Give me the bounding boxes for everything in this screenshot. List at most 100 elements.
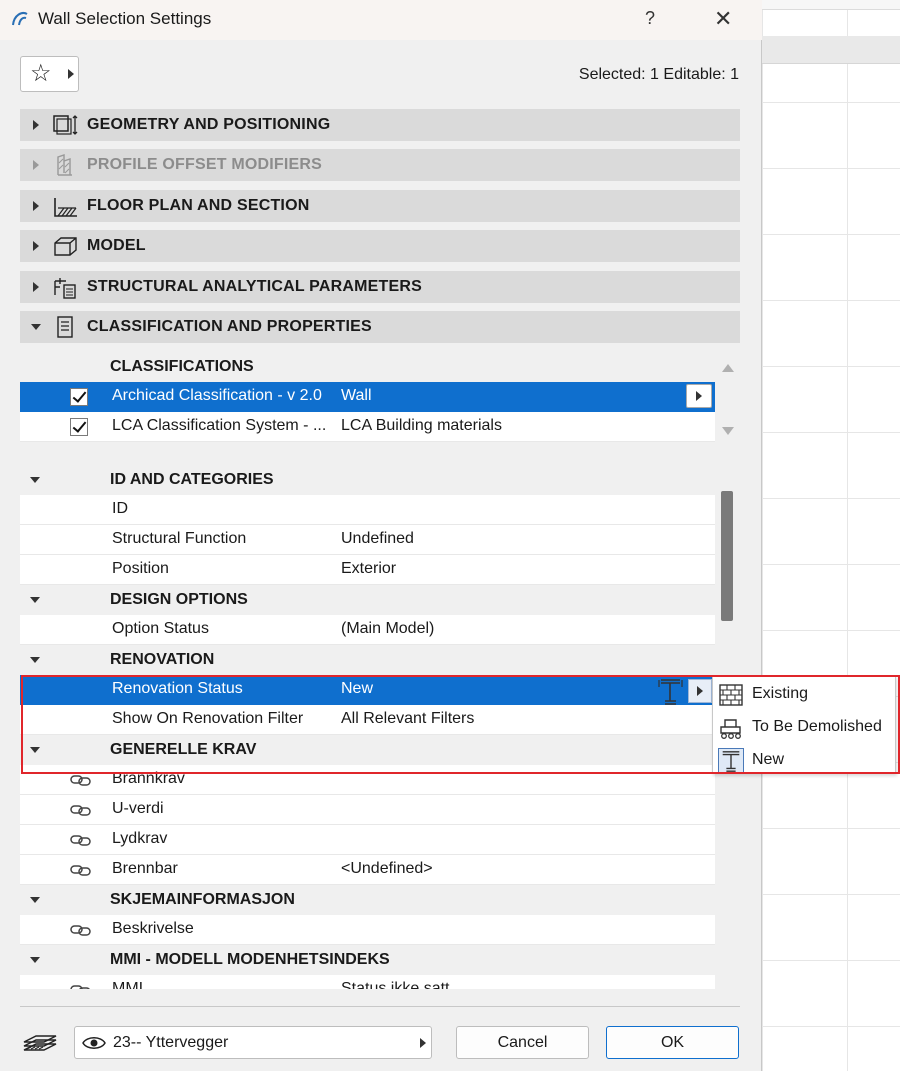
footer-divider <box>20 1006 740 1007</box>
window-title: Wall Selection Settings <box>38 9 212 28</box>
collapse-triangle-icon <box>31 324 41 330</box>
geometry-icon <box>53 115 78 135</box>
link-icon <box>70 805 91 816</box>
favorites-button[interactable]: ☆ <box>20 56 79 92</box>
selection-count: Selected: 1 Editable: 1 <box>578 66 739 83</box>
panel-label: CLASSIFICATION AND PROPERTIES <box>87 318 372 335</box>
close-button[interactable]: ✕ <box>714 6 732 32</box>
panel-label: FLOOR PLAN AND SECTION <box>87 197 310 214</box>
group-label: DESIGN OPTIONS <box>110 591 248 608</box>
classifications-list: CLASSIFICATIONS Archicad Classification … <box>20 347 740 443</box>
help-button[interactable]: ? <box>645 8 655 29</box>
property-value[interactable]: Status ikke satt <box>341 980 450 989</box>
property-row-beskrivelse[interactable]: Beskrivelse <box>20 915 715 945</box>
model-box-icon <box>54 237 77 256</box>
property-row-structural-function[interactable]: Structural Function Undefined <box>20 525 715 555</box>
expand-triangle-icon <box>33 241 39 251</box>
expand-triangle-icon <box>33 120 39 130</box>
link-icon <box>70 925 91 936</box>
link-icon <box>70 985 90 989</box>
property-row-position[interactable]: Position Exterior <box>20 555 715 585</box>
classification-checkbox[interactable] <box>70 418 88 436</box>
classifications-header: CLASSIFICATIONS <box>20 352 715 382</box>
layer-dropdown[interactable]: 23-- Yttervegger <box>74 1026 432 1059</box>
collapse-triangle-icon <box>30 477 40 483</box>
panel-classification-and-properties[interactable]: CLASSIFICATION AND PROPERTIES <box>20 311 740 343</box>
property-name: U-verdi <box>112 800 164 817</box>
cancel-button[interactable]: Cancel <box>456 1026 589 1059</box>
property-name: Brennbar <box>112 860 178 877</box>
group-label: MMI - MODELL MODENHETSINDEKS <box>110 951 390 968</box>
annotation-highlight-box <box>21 675 900 774</box>
expand-triangle-icon <box>33 160 39 170</box>
property-value[interactable]: Undefined <box>341 530 414 548</box>
properties-scrollbar[interactable] <box>721 491 733 621</box>
group-skjemainformasjon[interactable]: SKJEMAINFORMASJON <box>20 885 715 915</box>
panel-label: MODEL <box>87 237 146 254</box>
property-name: Option Status <box>112 620 209 637</box>
classification-checkbox[interactable] <box>70 388 88 406</box>
expand-triangle-icon <box>33 282 39 292</box>
scroll-up-arrow-icon[interactable] <box>722 364 734 372</box>
property-value[interactable]: Exterior <box>341 560 396 578</box>
property-row-id[interactable]: ID <box>20 495 715 525</box>
group-design-options[interactable]: DESIGN OPTIONS <box>20 585 715 615</box>
property-row-brennbar[interactable]: Brennbar <Undefined> <box>20 855 715 885</box>
link-icon <box>70 775 91 786</box>
title-bar: Wall Selection Settings ? ✕ <box>0 0 762 40</box>
property-row-option-status[interactable]: Option Status (Main Model) <box>20 615 715 645</box>
link-icon <box>70 865 91 876</box>
group-label: SKJEMAINFORMASJON <box>110 891 295 908</box>
eye-icon <box>82 1037 106 1049</box>
chevron-right-icon <box>420 1038 426 1048</box>
layer-value: 23-- Yttervegger <box>113 1034 229 1051</box>
property-name: ID <box>112 500 128 517</box>
document-icon <box>57 316 73 338</box>
classification-value: LCA Building materials <box>341 417 502 434</box>
property-row-u-verdi[interactable]: U-verdi <box>20 795 715 825</box>
group-label: RENOVATION <box>110 651 215 668</box>
panel-geometry-and-positioning[interactable]: GEOMETRY AND POSITIONING <box>20 109 740 141</box>
panel-model[interactable]: MODEL <box>20 230 740 262</box>
property-name: MMI <box>112 980 144 989</box>
property-name: Beskrivelse <box>112 920 194 937</box>
property-row-mmi[interactable]: MMI Status ikke satt <box>20 975 715 989</box>
wall-selection-settings-dialog: Wall Selection Settings ? ✕ ☆ Selected: … <box>0 0 762 1071</box>
collapse-triangle-icon <box>30 957 40 963</box>
archicad-logo-icon <box>12 12 28 26</box>
ok-button[interactable]: OK <box>606 1026 739 1059</box>
layers-icon[interactable] <box>22 1030 58 1058</box>
classification-picker-button[interactable] <box>686 384 712 408</box>
panel-profile-offset-modifiers[interactable]: PROFILE OFFSET MODIFIERS <box>20 149 740 181</box>
star-icon: ☆ <box>30 60 52 87</box>
panel-floor-plan-and-section[interactable]: FLOOR PLAN AND SECTION <box>20 190 740 222</box>
link-icon <box>70 835 91 846</box>
structural-analysis-icon <box>54 278 76 299</box>
canvas-top-strip <box>762 0 900 10</box>
panel-label: GEOMETRY AND POSITIONING <box>87 116 331 133</box>
property-value[interactable]: (Main Model) <box>341 620 434 638</box>
panel-structural-analytical-parameters[interactable]: STRUCTURAL ANALYTICAL PARAMETERS <box>20 271 740 303</box>
group-renovation[interactable]: RENOVATION <box>20 645 715 675</box>
expand-triangle-icon <box>33 201 39 211</box>
group-mmi-modell-modenhetsindeks[interactable]: MMI - MODELL MODENHETSINDEKS <box>20 945 715 975</box>
property-name: Lydkrav <box>112 830 168 847</box>
property-value[interactable]: <Undefined> <box>341 860 433 878</box>
classification-row-lca[interactable]: LCA Classification System - ... LCA Buil… <box>20 412 715 442</box>
property-row-lydkrav[interactable]: Lydkrav <box>20 825 715 855</box>
classification-row-archicad[interactable]: Archicad Classification - v 2.0 Wall <box>20 382 715 412</box>
drawing-canvas <box>762 0 900 1071</box>
group-id-and-categories[interactable]: ID AND CATEGORIES <box>20 465 715 495</box>
panel-label: STRUCTURAL ANALYTICAL PARAMETERS <box>87 278 423 295</box>
collapse-triangle-icon <box>30 597 40 603</box>
collapse-triangle-icon <box>30 657 40 663</box>
chevron-right-icon <box>68 69 74 79</box>
floor-plan-icon <box>54 198 77 217</box>
profile-offset-icon <box>57 154 72 176</box>
collapse-triangle-icon <box>30 897 40 903</box>
classification-name: Archicad Classification - v 2.0 <box>112 387 322 404</box>
classifications-title: CLASSIFICATIONS <box>110 358 254 375</box>
property-name: Structural Function <box>112 530 247 547</box>
classification-name: LCA Classification System - ... <box>112 417 327 434</box>
scroll-down-arrow-icon[interactable] <box>722 427 734 435</box>
